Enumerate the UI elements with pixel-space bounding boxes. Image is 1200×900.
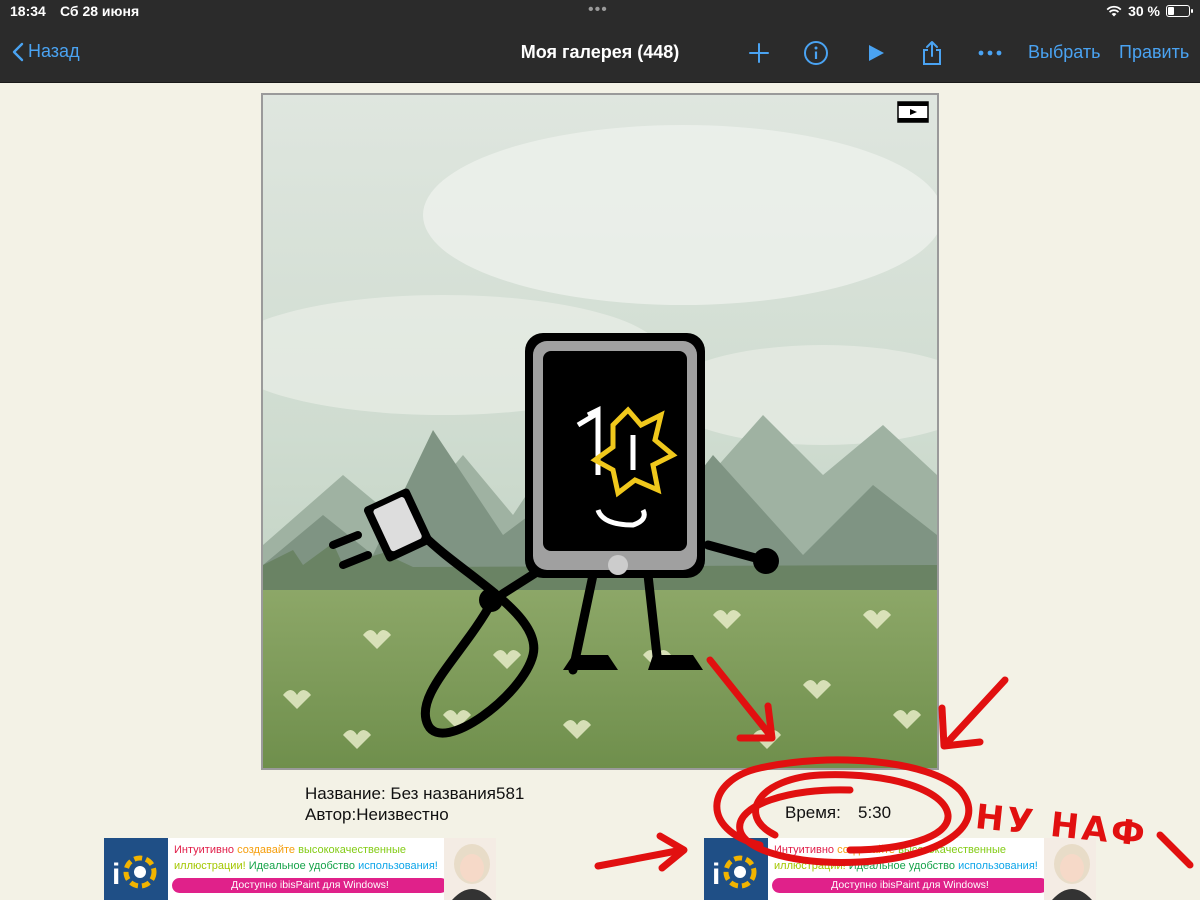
ibispaint-logo-mark: i	[712, 855, 757, 891]
ad-word-3: высококачественные	[298, 844, 406, 856]
share-icon	[923, 41, 941, 65]
ad-word-4: иллюстрации!	[774, 860, 846, 872]
ibispaint-logo: i	[704, 838, 768, 900]
play-icon	[869, 45, 884, 61]
battery-icon	[1166, 5, 1193, 17]
time-label: Время:	[785, 803, 841, 822]
wifi-icon	[1106, 5, 1122, 17]
back-button[interactable]: Назад	[12, 41, 80, 62]
info-button[interactable]	[802, 39, 830, 67]
artwork-image[interactable]	[261, 93, 939, 770]
multitasking-dots-icon[interactable]: •••	[588, 1, 608, 19]
ad-cta[interactable]: Доступно ibisPaint для Windows!	[772, 878, 1048, 893]
ad-word-3: высококачественные	[898, 844, 1006, 856]
status-right: 30 %	[1106, 3, 1193, 19]
plus-icon	[749, 43, 769, 63]
arrow-shaft-2	[941, 676, 1009, 749]
artwork-name: Название: Без названия581	[305, 784, 525, 803]
arrow-shaft-3	[594, 846, 686, 870]
select-button[interactable]: Выбрать	[1028, 42, 1101, 63]
arrow-head-3	[656, 832, 688, 872]
svg-text:i: i	[712, 858, 720, 891]
battery-percent: 30 %	[1128, 3, 1160, 19]
add-button[interactable]	[745, 39, 773, 67]
ad-word-2: создавайте	[837, 844, 896, 856]
more-button[interactable]	[976, 39, 1004, 67]
status-date: Сб 28 июня	[60, 3, 140, 19]
ad-line1: Интуитивно создавайте высококачественные	[774, 844, 1006, 856]
ibispaint-logo: i	[104, 838, 168, 900]
page-title: Моя галерея (448)	[520, 42, 680, 62]
nav-bar: Назад Моя галерея (448) Выбрать Править	[0, 24, 1200, 83]
arrow-head-2	[938, 704, 984, 750]
more-icon	[978, 50, 1002, 56]
video-icon	[897, 101, 929, 123]
ad-cta[interactable]: Доступно ibisPaint для Windows!	[172, 878, 448, 893]
ad-word-2: создавайте	[237, 844, 296, 856]
ad-banner[interactable]: i Интуитивно создавайте высококачественн…	[104, 838, 496, 900]
ad-banner[interactable]: i Интуитивно создавайте высококачественн…	[704, 838, 1096, 900]
play-button[interactable]	[862, 39, 890, 67]
edit-button[interactable]: Править	[1119, 42, 1189, 63]
ad-character-illustration	[444, 838, 496, 900]
ad-line1: Интуитивно создавайте высококачественные	[174, 844, 406, 856]
back-label: Назад	[28, 41, 80, 61]
time-value: 5:30	[858, 803, 892, 822]
status-time: 18:34	[10, 3, 46, 19]
status-bar: 18:34 Сб 28 июня ••• 30 %	[0, 0, 1200, 24]
info-icon	[804, 41, 828, 65]
ad-word-1: Интуитивно	[174, 844, 235, 856]
artwork-meta: Название: Без названия581 Автор:Неизвест…	[305, 783, 524, 825]
ad-word-5: Идеальное удобство	[848, 860, 956, 872]
ad-word-4: иллюстрации!	[174, 860, 246, 872]
ad-word-6: использования!	[958, 860, 1038, 872]
ad-line2: иллюстрации! Идеальное удобство использо…	[174, 860, 438, 872]
scribble-tail	[1156, 831, 1194, 869]
ad-word-1: Интуитивно	[774, 844, 835, 856]
ibispaint-logo-mark: i	[112, 855, 157, 891]
artwork-author: Автор:Неизвестно	[305, 805, 449, 824]
ad-word-5: Идеальное удобство	[248, 860, 356, 872]
svg-text:i: i	[112, 858, 120, 891]
artwork-illustration	[263, 95, 937, 768]
ad-line2: иллюстрации! Идеальное удобство использо…	[774, 860, 1038, 872]
chevron-left-icon	[12, 42, 24, 61]
ad-word-6: использования!	[358, 860, 438, 872]
share-button[interactable]	[918, 39, 946, 67]
